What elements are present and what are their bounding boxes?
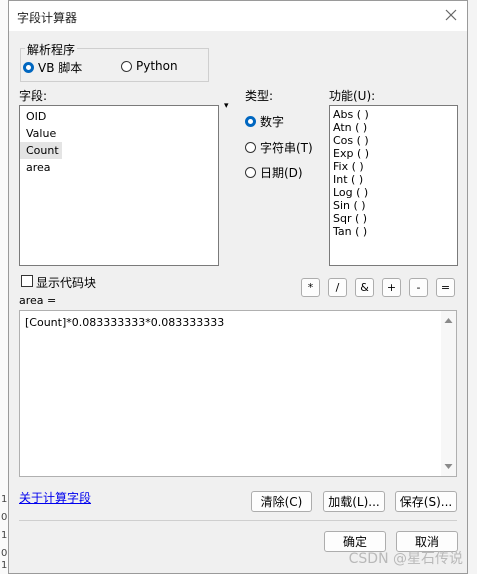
about-calculate-field-link[interactable]: 关于计算字段 xyxy=(19,489,91,506)
parser-radio-vbscript[interactable]: VB 脚本 xyxy=(23,59,82,76)
function-item-exp[interactable]: Exp ( ) xyxy=(330,147,457,160)
type-option-label: 数字 xyxy=(260,115,285,129)
type-option-label: 日期(D) xyxy=(260,166,303,180)
radio-selected-icon xyxy=(23,62,34,73)
background-tick: 0 xyxy=(1,548,8,559)
type-radio-number[interactable]: 数字 xyxy=(245,113,284,130)
expression-label: area = xyxy=(19,294,57,307)
function-item-atn[interactable]: Atn ( ) xyxy=(330,121,457,134)
clear-button[interactable]: 清除(C) xyxy=(251,491,312,512)
fields-dropdown-marker: ▾ xyxy=(224,101,229,111)
radio-unselected-icon xyxy=(245,142,256,153)
load-button[interactable]: 加载(L)... xyxy=(323,491,385,512)
function-item-sqr[interactable]: Sqr ( ) xyxy=(330,212,457,225)
field-item-count[interactable]: Count xyxy=(20,142,62,159)
radio-selected-icon xyxy=(245,116,256,127)
show-codeblock-label: 显示代码块 xyxy=(36,276,97,290)
field-item-area[interactable]: area xyxy=(20,159,218,176)
background-tick: 1 xyxy=(1,494,8,505)
scroll-down-icon[interactable] xyxy=(441,459,456,474)
functions-listbox[interactable]: Abs ( ) Atn ( ) Cos ( ) Exp ( ) Fix ( ) … xyxy=(329,105,458,266)
function-item-tan[interactable]: Tan ( ) xyxy=(330,225,457,238)
operator-minus-button[interactable]: - xyxy=(409,278,428,297)
save-button[interactable]: 保存(S)... xyxy=(395,491,457,512)
function-item-sin[interactable]: Sin ( ) xyxy=(330,199,457,212)
fields-listbox[interactable]: OID Value Count area xyxy=(19,105,219,266)
background-right-edge xyxy=(467,0,477,574)
function-item-abs[interactable]: Abs ( ) xyxy=(330,108,457,121)
title-bar: 字段计算器 xyxy=(9,1,467,31)
fields-label: 字段: xyxy=(19,89,48,103)
background-tick: 1 xyxy=(1,530,8,541)
field-item-oid[interactable]: OID xyxy=(20,108,218,125)
background-tick: 0 xyxy=(1,512,8,523)
operator-concat-button[interactable]: & xyxy=(355,278,374,297)
field-calculator-dialog: 字段计算器 解析程序 VB 脚本 Python 字段: OID Value Co… xyxy=(8,0,468,574)
background-tick: 1 xyxy=(1,560,8,571)
field-item-value[interactable]: Value xyxy=(20,125,218,142)
expression-value: [Count]*0.083333333*0.083333333 xyxy=(25,316,225,329)
function-item-fix[interactable]: Fix ( ) xyxy=(330,160,457,173)
type-label: 类型: xyxy=(245,89,274,103)
operator-equals-button[interactable]: = xyxy=(436,278,455,297)
expression-scrollbar[interactable] xyxy=(441,311,456,476)
radio-unselected-icon xyxy=(245,167,256,178)
type-radio-string[interactable]: 字符串(T) xyxy=(245,139,313,156)
parser-radio-python[interactable]: Python xyxy=(121,59,178,73)
operator-divide-button[interactable]: / xyxy=(328,278,347,297)
function-item-int[interactable]: Int ( ) xyxy=(330,173,457,186)
expression-textarea[interactable]: [Count]*0.083333333*0.083333333 xyxy=(19,310,457,477)
parser-legend: 解析程序 xyxy=(25,41,78,58)
functions-label: 功能(U): xyxy=(329,89,376,103)
close-icon[interactable] xyxy=(441,5,461,25)
type-option-label: 字符串(T) xyxy=(260,141,313,155)
dialog-title: 字段计算器 xyxy=(17,11,78,25)
type-radio-date[interactable]: 日期(D) xyxy=(245,164,303,181)
parser-option-label: Python xyxy=(136,59,178,73)
scroll-up-icon[interactable] xyxy=(441,313,456,328)
parser-option-label: VB 脚本 xyxy=(38,61,83,75)
operator-plus-button[interactable]: + xyxy=(382,278,401,297)
show-codeblock-checkbox[interactable] xyxy=(21,275,33,287)
function-item-cos[interactable]: Cos ( ) xyxy=(330,134,457,147)
operator-multiply-button[interactable]: * xyxy=(301,278,320,297)
function-item-log[interactable]: Log ( ) xyxy=(330,186,457,199)
dialog-divider xyxy=(19,520,457,521)
watermark: CSDN @星石传说 xyxy=(348,551,463,567)
radio-unselected-icon xyxy=(121,60,132,72)
